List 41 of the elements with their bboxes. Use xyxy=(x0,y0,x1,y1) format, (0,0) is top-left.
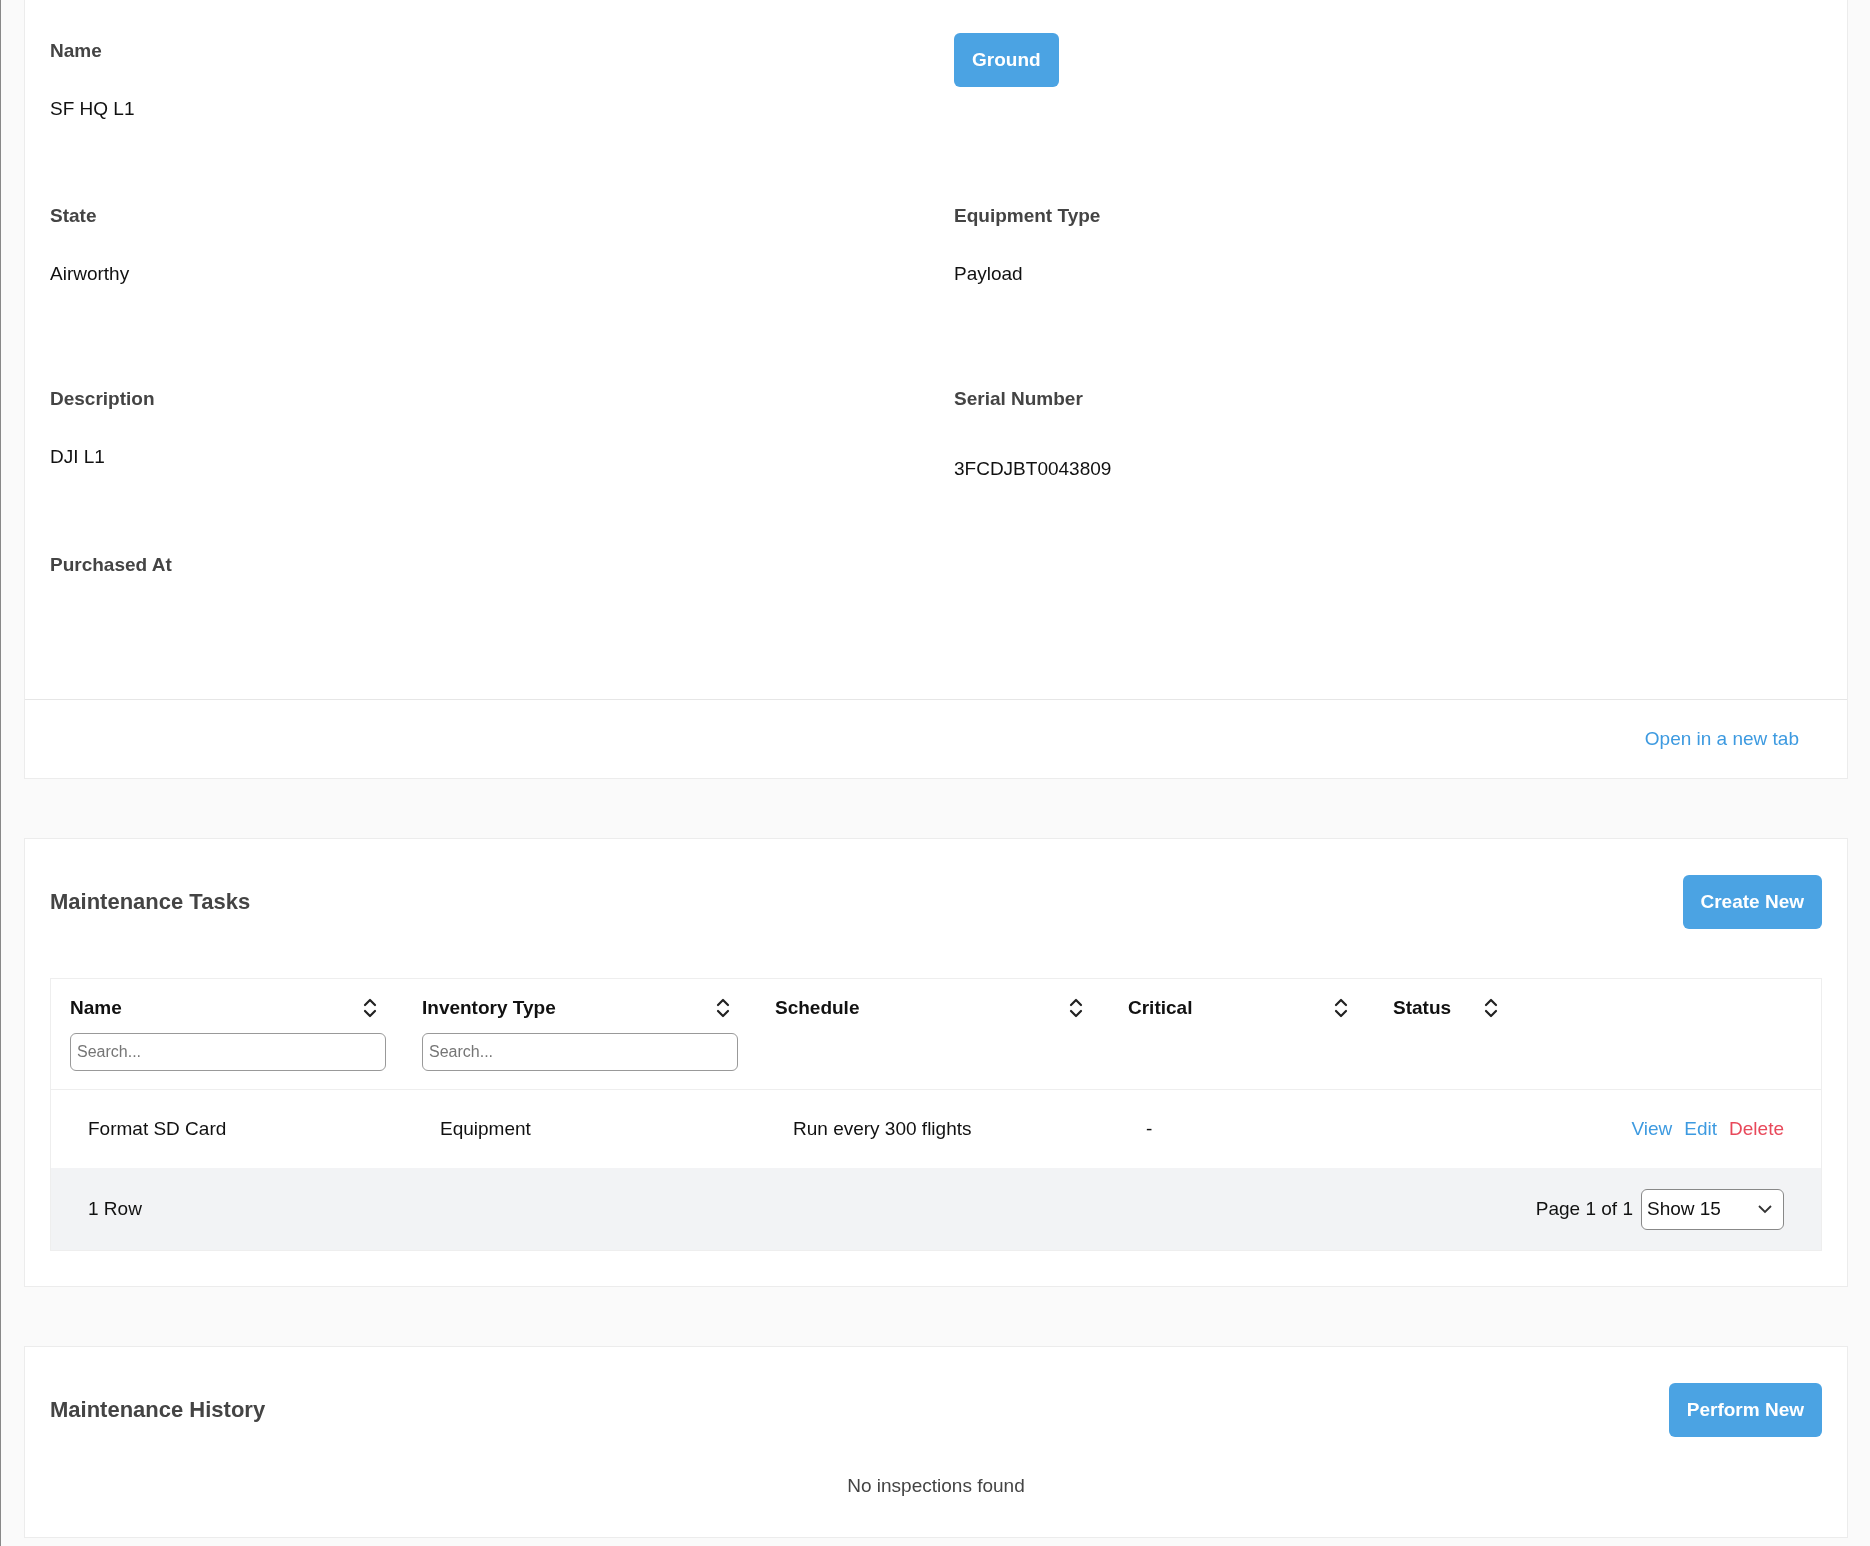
search-field[interactable]: Search... xyxy=(422,1033,738,1071)
create-new-button[interactable]: Create New xyxy=(1682,875,1822,929)
open-new-tab-link[interactable]: Open in a new tab xyxy=(1644,728,1799,750)
sort-icon[interactable] xyxy=(363,997,377,1019)
sort-icon[interactable] xyxy=(1484,997,1498,1019)
delete-link[interactable]: Delete xyxy=(1729,1118,1784,1140)
page-size-select[interactable]: Show 15 xyxy=(1641,1188,1784,1230)
field-label: Serial Number xyxy=(954,388,1083,410)
field-value: SF HQ L1 xyxy=(50,98,135,120)
field-label: State xyxy=(50,205,97,227)
action-link[interactable]: View xyxy=(1631,1118,1673,1140)
field-label: Description xyxy=(50,388,155,410)
sort-icon[interactable] xyxy=(1334,997,1348,1019)
field-label: Purchased At xyxy=(50,554,172,576)
table-cell-text: - xyxy=(1146,1118,1154,1140)
field-label: Name xyxy=(50,40,102,62)
column-header[interactable]: Inventory Type xyxy=(422,997,556,1019)
field-label: Equipment Type xyxy=(954,205,1101,227)
row-count: 1 Row xyxy=(88,1198,142,1220)
chevron-down-icon xyxy=(1757,1204,1773,1214)
table-cell-text: Run every 300 flights xyxy=(793,1118,973,1140)
section-title: Maintenance History xyxy=(50,1397,266,1423)
column-header[interactable]: Name xyxy=(70,997,122,1019)
column-header[interactable]: Schedule xyxy=(775,997,860,1019)
section-title: Maintenance Tasks xyxy=(50,889,251,915)
field-value: Airworthy xyxy=(50,263,130,285)
sort-icon[interactable] xyxy=(716,997,730,1019)
search-field[interactable]: Search... xyxy=(70,1033,386,1071)
field-value: DJI L1 xyxy=(50,446,105,468)
perform-new-button[interactable]: Perform New xyxy=(1668,1383,1822,1437)
action-link[interactable]: Edit xyxy=(1684,1118,1718,1140)
table-cell-text: Equipment xyxy=(440,1118,532,1140)
table-cell-text: Format SD Card xyxy=(88,1118,228,1140)
column-header[interactable]: Critical xyxy=(1128,997,1193,1019)
field-value: Payload xyxy=(954,263,1023,285)
sort-icon[interactable] xyxy=(1069,997,1083,1019)
page-indicator: Page 1 of 1 xyxy=(1535,1198,1633,1220)
ground-button[interactable]: Ground xyxy=(954,33,1059,87)
column-header[interactable]: Status xyxy=(1393,997,1452,1019)
empty-message: No inspections found xyxy=(847,1475,1025,1496)
field-value: 3FCDJBT0043809 xyxy=(954,458,1112,480)
